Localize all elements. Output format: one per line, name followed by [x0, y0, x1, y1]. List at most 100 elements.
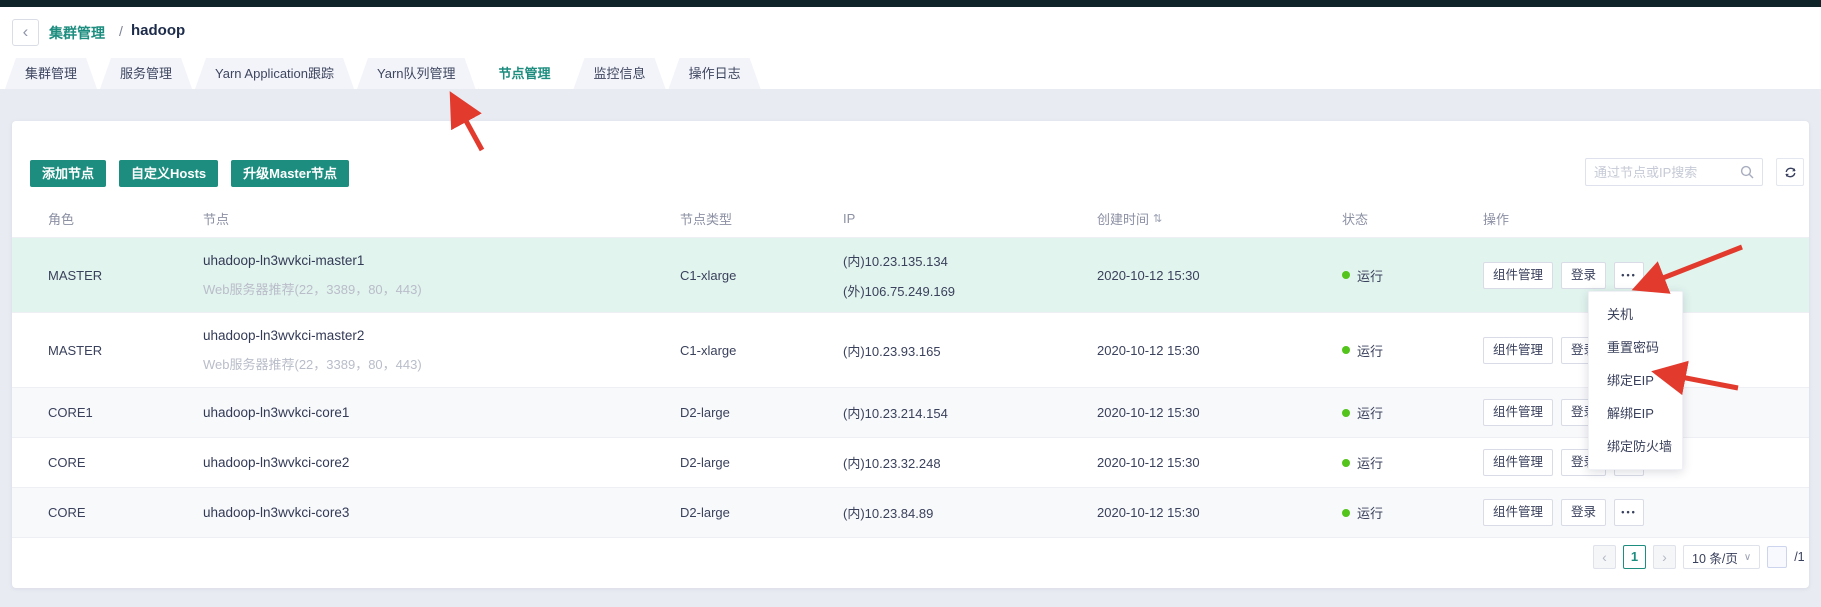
cell-status: 运行 — [1342, 488, 1383, 537]
refresh-icon — [1783, 165, 1798, 180]
table-row-core2: CORE uhadoop-ln3wvkci-core2 D2-large (内)… — [12, 437, 1809, 487]
cell-role: MASTER — [48, 238, 102, 312]
component-manage-button[interactable]: 组件管理 — [1483, 262, 1553, 289]
add-node-button[interactable]: 添加节点 — [30, 160, 106, 187]
next-page-button[interactable]: › — [1653, 545, 1676, 569]
cell-type: D2-large — [680, 438, 730, 487]
cell-created: 2020-10-12 15:30 — [1097, 388, 1200, 437]
row-actions-dropdown: 关机 重置密码 绑定EIP 解绑EIP 绑定防火墙 — [1588, 291, 1683, 470]
tab-operation-log[interactable]: 操作日志 — [669, 58, 761, 89]
cell-ip: (内)10.23.93.165 — [843, 313, 941, 387]
browser-chrome-strip — [0, 0, 1821, 7]
cell-status: 运行 — [1342, 313, 1383, 387]
component-manage-button[interactable]: 组件管理 — [1483, 337, 1553, 364]
col-header-node: 节点 — [203, 200, 229, 237]
page-total: /1 — [1794, 550, 1804, 564]
menu-item-bind-firewall[interactable]: 绑定防火墙 — [1589, 430, 1682, 463]
tab-bar: 集群管理 服务管理 Yarn Application跟踪 Yarn队列管理 节点… — [0, 57, 1821, 89]
status-running-dot — [1342, 409, 1350, 417]
cell-created: 2020-10-12 15:30 — [1097, 238, 1200, 312]
more-actions-button[interactable]: ••• — [1614, 499, 1644, 526]
component-manage-button[interactable]: 组件管理 — [1483, 399, 1553, 426]
toolbar: 添加节点 自定义Hosts 升级Master节点 — [30, 160, 349, 187]
cell-role: CORE — [48, 438, 86, 487]
tab-yarn-application[interactable]: Yarn Application跟踪 — [195, 58, 354, 89]
node-name: uhadoop-ln3wvkci-core2 — [203, 455, 349, 470]
cell-type: C1-xlarge — [680, 238, 736, 312]
cell-status: 运行 — [1342, 388, 1383, 437]
col-header-type: 节点类型 — [680, 200, 732, 237]
page-header: ‹ 集群管理 / hadoop — [0, 7, 1821, 57]
table-row-master2: MASTER uhadoop-ln3wvkci-master2 Web服务器推荐… — [12, 312, 1809, 387]
menu-item-unbind-eip[interactable]: 解绑EIP — [1589, 397, 1682, 430]
cell-status: 运行 — [1342, 238, 1383, 312]
breadcrumb-separator: / — [119, 23, 123, 39]
menu-item-bind-eip[interactable]: 绑定EIP — [1589, 364, 1682, 397]
custom-hosts-button[interactable]: 自定义Hosts — [119, 160, 218, 187]
tab-yarn-queue[interactable]: Yarn队列管理 — [357, 58, 476, 89]
breadcrumb-cluster-link[interactable]: 集群管理 — [49, 23, 105, 43]
col-header-ops: 操作 — [1483, 200, 1509, 237]
cell-created: 2020-10-12 15:30 — [1097, 313, 1200, 387]
tab-service[interactable]: 服务管理 — [100, 58, 192, 89]
page-jump-input[interactable] — [1767, 546, 1787, 568]
more-actions-button[interactable]: ••• — [1614, 262, 1644, 289]
sort-icon[interactable]: ⇅ — [1153, 212, 1162, 225]
cell-role: CORE1 — [48, 388, 93, 437]
table-row-core3: CORE uhadoop-ln3wvkci-core3 D2-large (内)… — [12, 487, 1809, 537]
table-row-master1: MASTER uhadoop-ln3wvkci-master1 Web服务器推荐… — [12, 237, 1809, 312]
status-running-dot — [1342, 509, 1350, 517]
page-size-select[interactable]: 10 条/页 ∨ — [1683, 545, 1760, 569]
tab-cluster[interactable]: 集群管理 — [5, 58, 97, 89]
menu-item-shutdown[interactable]: 关机 — [1589, 298, 1682, 331]
cell-node: uhadoop-ln3wvkci-master1 Web服务器推荐(22，338… — [203, 238, 422, 312]
breadcrumb-current: hadoop — [131, 22, 185, 39]
pagination: ‹ 1 › 10 条/页 ∨ /1 — [1593, 545, 1805, 569]
node-name: uhadoop-ln3wvkci-master1 — [203, 253, 364, 268]
prev-page-button[interactable]: ‹ — [1593, 545, 1616, 569]
cell-type: D2-large — [680, 488, 730, 537]
col-header-ip: IP — [843, 200, 855, 237]
col-header-created-label: 创建时间 — [1097, 209, 1149, 228]
cell-created: 2020-10-12 15:30 — [1097, 438, 1200, 487]
status-label: 运行 — [1357, 503, 1383, 522]
upgrade-master-button[interactable]: 升级Master节点 — [231, 160, 349, 187]
search-input[interactable] — [1586, 165, 1740, 180]
login-button[interactable]: 登录 — [1561, 499, 1606, 526]
col-header-status: 状态 — [1342, 200, 1368, 237]
col-header-created: 创建时间 ⇅ — [1097, 200, 1162, 237]
current-page-button[interactable]: 1 — [1623, 545, 1646, 569]
cell-ip: (内)10.23.214.154 — [843, 388, 948, 437]
node-name: uhadoop-ln3wvkci-core1 — [203, 405, 349, 420]
search-icon[interactable] — [1740, 165, 1754, 179]
status-running-dot — [1342, 271, 1350, 279]
status-running-dot — [1342, 459, 1350, 467]
cell-ip: (内)10.23.135.134 (外)106.75.249.169 — [843, 238, 955, 312]
refresh-button[interactable] — [1776, 158, 1804, 186]
cell-type: D2-large — [680, 388, 730, 437]
cell-node: uhadoop-ln3wvkci-core1 — [203, 388, 349, 437]
back-button[interactable]: ‹ — [12, 19, 39, 46]
cell-node: uhadoop-ln3wvkci-core3 — [203, 488, 349, 537]
ip-external: (外)106.75.249.169 — [843, 281, 955, 300]
ip-internal: (内)10.23.135.134 — [843, 251, 948, 270]
tab-monitor[interactable]: 监控信息 — [574, 58, 666, 89]
login-button[interactable]: 登录 — [1561, 262, 1606, 289]
node-subtext: Web服务器推荐(22，3389，80，443) — [203, 279, 422, 298]
node-subtext: Web服务器推荐(22，3389，80，443) — [203, 354, 422, 373]
cell-ip: (内)10.23.32.248 — [843, 438, 941, 487]
cell-type: C1-xlarge — [680, 313, 736, 387]
component-manage-button[interactable]: 组件管理 — [1483, 499, 1553, 526]
node-name: uhadoop-ln3wvkci-core3 — [203, 505, 349, 520]
menu-item-reset-password[interactable]: 重置密码 — [1589, 331, 1682, 364]
tab-node-management[interactable]: 节点管理 — [479, 58, 571, 89]
status-label: 运行 — [1357, 341, 1383, 360]
component-manage-button[interactable]: 组件管理 — [1483, 449, 1553, 476]
cell-created: 2020-10-12 15:30 — [1097, 488, 1200, 537]
cell-node: uhadoop-ln3wvkci-core2 — [203, 438, 349, 487]
status-label: 运行 — [1357, 266, 1383, 285]
search-box — [1585, 158, 1763, 186]
table-header-row: 角色 节点 节点类型 IP 创建时间 ⇅ 状态 操作 — [12, 200, 1809, 237]
cell-role: CORE — [48, 488, 86, 537]
cell-ip: (内)10.23.84.89 — [843, 488, 933, 537]
